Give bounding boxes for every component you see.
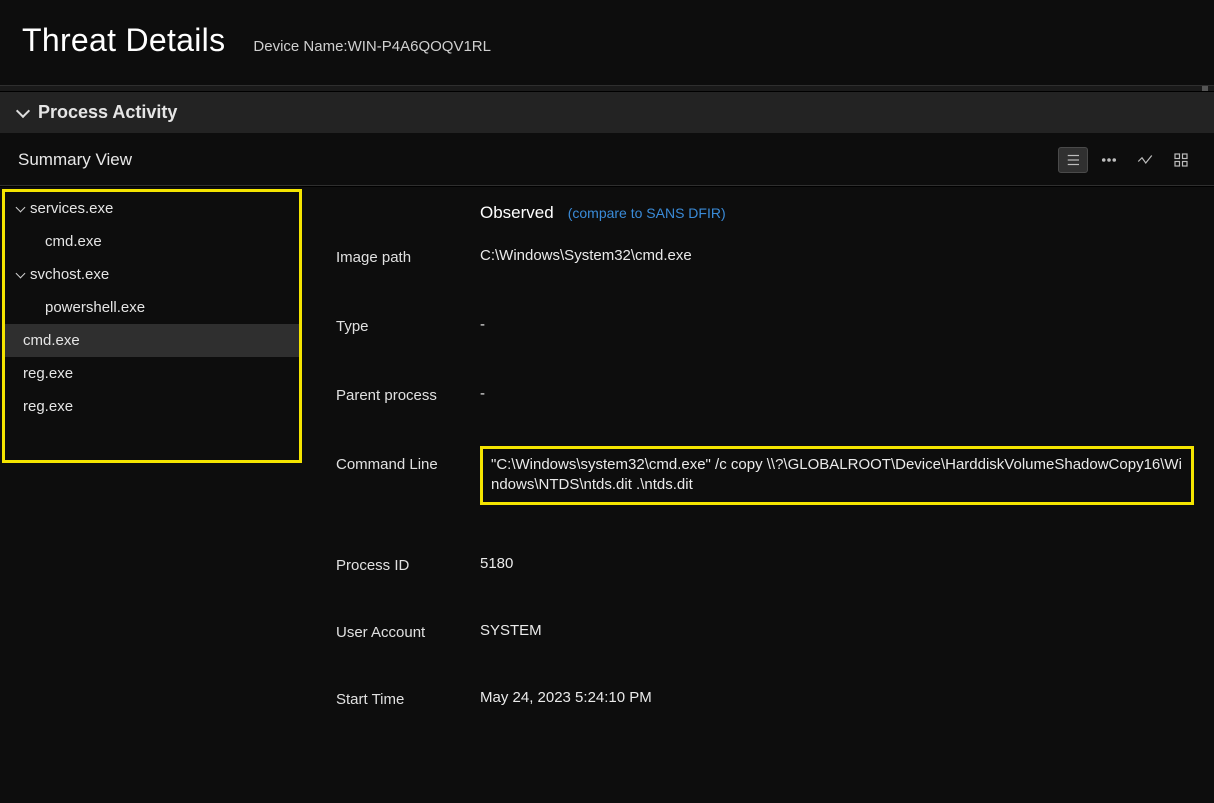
process-name: powershell.exe (45, 299, 145, 316)
process-details-panel: Observed (compare to SANS DFIR) Image pa… (302, 187, 1214, 781)
parent-process-label: Parent process (336, 385, 480, 404)
start-time-label: Start Time (336, 689, 480, 708)
process-tree-item[interactable]: reg.exe (5, 390, 299, 423)
device-name-value: WIN-P4A6QOQV1RL (348, 38, 491, 55)
command-line-value: "C:\Windows\system32\cmd.exe" /c copy \\… (480, 446, 1194, 505)
graph-view-button[interactable] (1130, 147, 1160, 173)
chevron-down-icon (16, 103, 30, 117)
chevron-down-icon (16, 202, 26, 212)
chevron-down-icon (16, 268, 26, 278)
image-path-value: C:\Windows\System32\cmd.exe (480, 247, 1198, 264)
process-activity-section-header[interactable]: Process Activity (0, 92, 1214, 133)
process-tree-item[interactable]: cmd.exe (5, 225, 299, 258)
user-account-value: SYSTEM (480, 622, 1198, 639)
more-actions-button[interactable] (1094, 147, 1124, 173)
process-tree-item[interactable]: reg.exe (5, 357, 299, 390)
process-tree-item-selected[interactable]: cmd.exe (5, 324, 299, 357)
process-tree-item[interactable]: svchost.exe (5, 258, 299, 291)
parent-process-value: - (480, 385, 1198, 402)
grid-view-button[interactable] (1166, 147, 1196, 173)
process-name: reg.exe (23, 398, 73, 415)
device-name-label: Device Name:WIN-P4A6QOQV1RL (253, 38, 491, 55)
process-name: reg.exe (23, 365, 73, 382)
section-title: Process Activity (38, 102, 177, 123)
ellipsis-icon (1100, 151, 1118, 169)
process-id-label: Process ID (336, 555, 480, 574)
page-title: Threat Details (22, 22, 225, 59)
observed-label: Observed (480, 203, 554, 223)
process-name: services.exe (30, 200, 113, 217)
command-line-label: Command Line (336, 454, 480, 473)
compare-sans-dfir-link[interactable]: (compare to SANS DFIR) (568, 205, 726, 221)
process-tree-item[interactable]: services.exe (5, 192, 299, 225)
type-value: - (480, 316, 1198, 333)
list-view-button[interactable] (1058, 147, 1088, 173)
list-icon (1064, 151, 1082, 169)
header-divider-strip (0, 86, 1214, 92)
page-header: Threat Details Device Name:WIN-P4A6QOQV1… (0, 0, 1214, 86)
process-tree-item[interactable]: powershell.exe (5, 291, 299, 324)
toolbar-actions (1058, 147, 1196, 173)
process-name: cmd.exe (23, 332, 80, 349)
device-name-key: Device Name: (253, 38, 347, 55)
grid-icon (1172, 151, 1190, 169)
type-label: Type (336, 316, 480, 335)
start-time-value: May 24, 2023 5:24:10 PM (480, 689, 1198, 706)
process-name: cmd.exe (45, 233, 102, 250)
process-name: svchost.exe (30, 266, 109, 283)
summary-view-title: Summary View (18, 150, 132, 170)
process-tree-highlight-box: services.exe cmd.exe svchost.exe powersh… (2, 189, 302, 463)
image-path-label: Image path (336, 247, 480, 266)
activity-icon (1136, 151, 1154, 169)
user-account-label: User Account (336, 622, 480, 641)
process-id-value: 5180 (480, 555, 1198, 572)
process-tree: services.exe cmd.exe svchost.exe powersh… (5, 192, 299, 423)
summary-toolbar: Summary View (0, 133, 1214, 186)
